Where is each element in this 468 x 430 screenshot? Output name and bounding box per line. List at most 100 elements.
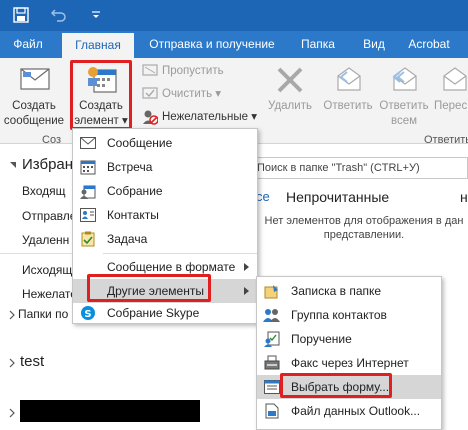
delete-button[interactable]: Удалить [262, 58, 318, 130]
form-icon [263, 378, 281, 396]
folder-inbox[interactable]: Входящ [22, 184, 66, 198]
clean-up-label: Очистить ▾ [162, 88, 222, 100]
menu-item-contact-label: Контакты [107, 208, 159, 222]
expand-search-folders-icon[interactable] [8, 309, 16, 323]
menu-separator [103, 253, 257, 254]
junk-icon [142, 109, 159, 128]
expand-account-icon[interactable] [8, 407, 16, 421]
favorites-heading[interactable]: Избран [22, 156, 73, 173]
filter-more-partial[interactable]: н [460, 189, 468, 205]
junk-button[interactable]: Нежелательные ▾ [140, 108, 260, 126]
tab-folder[interactable]: Папка [296, 31, 340, 58]
choose-form-highlight [280, 373, 392, 398]
reply-all-icon [390, 64, 420, 95]
folder-deleted[interactable]: Удаленн [22, 233, 69, 247]
empty-line-1: Нет элементов для отображения в дан [264, 215, 464, 227]
folder-sent[interactable]: Отправле [22, 209, 76, 223]
more-items-highlight [87, 274, 211, 302]
menu-item-message-label: Сообщение [107, 136, 173, 150]
account-test[interactable]: test [20, 353, 44, 370]
customize-toolbar-icon[interactable] [90, 6, 102, 24]
submenu-item-post[interactable]: Записка в папке [257, 279, 441, 303]
new-message-label-2: сообщение [3, 115, 65, 127]
filter-unread[interactable]: Непрочитанные [286, 189, 389, 205]
reply-all-label-1: Ответить [379, 100, 429, 112]
new-message-button[interactable]: Создать сообщение [0, 58, 68, 130]
forward-icon [440, 64, 468, 95]
submenu-item-task-request[interactable]: Поручение [257, 327, 441, 351]
filter-all-partial[interactable]: ce [256, 189, 270, 204]
forward-button[interactable]: Перес [432, 58, 468, 130]
reply-all-button[interactable]: Ответить всем [376, 58, 432, 130]
menu-item-skype-meeting[interactable]: S Собрание Skype [73, 301, 257, 325]
tab-home[interactable]: Главная [62, 33, 134, 58]
folder-outbox[interactable]: Исходящ [22, 263, 72, 277]
submenu-item-contact-group-label: Группа контактов [291, 308, 387, 322]
submenu-item-data-file-label: Файл данных Outlook... [291, 404, 421, 418]
search-input[interactable]: Поиск в папке "Trash" (CTRL+У) [252, 157, 468, 179]
task-request-icon [263, 330, 281, 348]
fax-icon [263, 354, 281, 372]
delete-label: Удалить [268, 100, 312, 112]
contact-card-icon [79, 206, 97, 224]
forward-label: Перес [434, 100, 468, 112]
tab-file[interactable]: Файл [10, 31, 46, 58]
clean-up-button[interactable]: Очистить ▾ [140, 85, 260, 103]
junk-label: Нежелательные ▾ [162, 111, 257, 123]
title-bar [0, 0, 468, 31]
tab-view[interactable]: Вид [360, 31, 388, 58]
folder-junk[interactable]: Нежелате [22, 287, 77, 301]
data-file-icon [263, 402, 281, 420]
submenu-arrow-icon [244, 287, 249, 295]
menu-item-task-label: Задача [107, 232, 148, 246]
submenu-item-internet-fax[interactable]: Факс через Интернет [257, 351, 441, 375]
delete-x-icon [276, 66, 304, 97]
clean-up-icon [142, 86, 158, 103]
skype-icon: S [79, 304, 97, 322]
menu-item-message[interactable]: Сообщение [73, 131, 257, 155]
new-message-label-1: Создать [12, 100, 56, 112]
empty-line-2: представлении. [323, 229, 405, 241]
ignore-button[interactable]: Пропустить [140, 62, 260, 80]
submenu-item-contact-group[interactable]: Группа контактов [257, 303, 441, 327]
menu-item-message-format-label: Сообщение в формате [107, 260, 236, 274]
submenu-arrow-icon [244, 263, 249, 271]
reply-label: Ответить [323, 100, 373, 112]
tab-acrobat[interactable]: Acrobat [400, 31, 458, 58]
folder-pane: Избран Входящ Отправле Удаленн Исходящ Н… [0, 145, 200, 430]
nav-divider [0, 253, 72, 254]
more-items-submenu: Записка в папке Группа контактов Поручен… [256, 276, 442, 430]
collapse-icon[interactable] [8, 159, 18, 173]
folder-search-folders[interactable]: Папки по [18, 307, 68, 321]
submenu-item-data-file[interactable]: Файл данных Outlook... [257, 399, 441, 423]
tab-send-receive[interactable]: Отправка и получение [146, 31, 278, 58]
menu-item-meeting[interactable]: Собрание [73, 179, 257, 203]
contact-group-icon [263, 306, 281, 324]
menu-item-meeting-label: Собрание [107, 184, 163, 198]
redacted-account-name-overflow [72, 400, 200, 422]
group-respond-label: Ответить [424, 134, 468, 146]
new-items-highlight [70, 60, 132, 130]
menu-item-appointment-label: Встреча [107, 160, 153, 174]
menu-item-task[interactable]: Задача [73, 227, 257, 251]
calendar-icon [79, 158, 97, 176]
envelope-icon [79, 134, 97, 152]
task-icon [79, 230, 97, 248]
svg-text:S: S [84, 309, 91, 320]
submenu-item-post-label: Записка в папке [291, 284, 382, 298]
ignore-icon [142, 63, 158, 80]
reply-icon [334, 64, 364, 95]
submenu-item-task-request-label: Поручение [291, 332, 352, 346]
menu-item-contact[interactable]: Контакты [73, 203, 257, 227]
reply-button[interactable]: Ответить [320, 58, 376, 130]
save-icon[interactable] [12, 6, 30, 24]
post-note-icon [263, 282, 281, 300]
envelope-icon [20, 68, 50, 93]
undo-icon[interactable] [50, 6, 68, 24]
ribbon-tabs: Файл Главная Отправка и получение Папка … [0, 31, 468, 58]
expand-test-icon[interactable] [8, 357, 16, 371]
reply-all-label-2: всем [390, 115, 418, 127]
submenu-item-internet-fax-label: Факс через Интернет [291, 356, 409, 370]
ignore-label: Пропустить [162, 65, 224, 77]
menu-item-appointment[interactable]: Встреча [73, 155, 257, 179]
